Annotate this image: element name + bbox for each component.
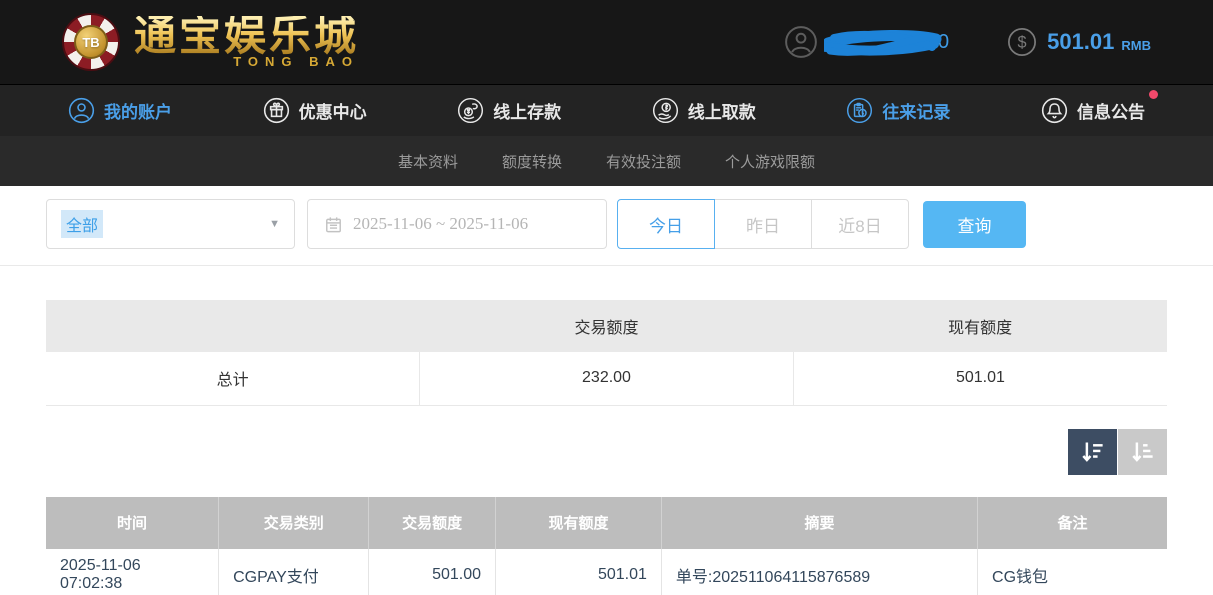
- withdraw-icon: [652, 97, 679, 124]
- sort-descending-icon: [1079, 438, 1106, 465]
- brand-logo[interactable]: TB 通宝娱乐城 TONG BAO: [62, 13, 359, 71]
- sort-descending-button[interactable]: [1068, 429, 1117, 475]
- record-remarks: CG钱包: [978, 549, 1167, 595]
- transaction-type-select[interactable]: 全部 ▼: [46, 199, 295, 249]
- summary-header-current-balance: 现有额度: [793, 300, 1167, 352]
- avatar-icon: [784, 25, 818, 59]
- sort-ascending-button[interactable]: [1118, 429, 1167, 475]
- dollar-coin-icon: $: [1007, 27, 1037, 57]
- date-shortcut-group: 今日 昨日 近8日: [617, 199, 909, 249]
- yesterday-button[interactable]: 昨日: [714, 199, 812, 249]
- col-transaction-type: 交易类别: [219, 497, 369, 549]
- record-balance: 501.01: [496, 549, 662, 595]
- sub-nav: 基本资料 额度转换 有效投注额 个人游戏限额: [0, 136, 1213, 186]
- filter-row: 全部 ▼ 2025-11-06 ~ 2025-11-06 今日 昨日 近8日 查…: [46, 199, 1167, 249]
- brand-subtitle: TONG BAO: [233, 54, 359, 69]
- nav-label: 信息公告: [1077, 98, 1145, 123]
- main-content: 全部 ▼ 2025-11-06 ~ 2025-11-06 今日 昨日 近8日 查…: [0, 186, 1213, 595]
- nav-label: 往来记录: [882, 98, 950, 123]
- records-icon: [846, 97, 873, 124]
- top-bar: TB 通宝娱乐城 TONG BAO: [0, 0, 1213, 84]
- user-account-chunk[interactable]: 0: [784, 25, 949, 59]
- nav-label: 线上存款: [493, 98, 561, 123]
- records-header-row: 时间 交易类别 交易额度 现有额度 摘要 备注: [46, 497, 1167, 549]
- nav-label: 优惠中心: [299, 98, 367, 123]
- subnav-item-personal-game-limits[interactable]: 个人游戏限额: [725, 151, 815, 172]
- nav-item-my-account[interactable]: 我的账户: [68, 97, 172, 124]
- record-amount: 501.00: [369, 549, 496, 595]
- nav-label: 我的账户: [104, 98, 172, 123]
- summary-table: 交易额度 现有额度 总计 232.00 501.01: [46, 300, 1167, 406]
- subnav-item-basic-info[interactable]: 基本资料: [398, 151, 458, 172]
- subnav-item-credit-transfer[interactable]: 额度转换: [502, 151, 562, 172]
- records-table: 时间 交易类别 交易额度 现有额度 摘要 备注 2025-11-06 07:02…: [46, 497, 1167, 595]
- summary-total-transaction: 232.00: [420, 352, 794, 405]
- svg-text:$: $: [1018, 34, 1027, 52]
- nav-item-promotions[interactable]: 优惠中心: [263, 97, 367, 124]
- record-type: CGPAY支付: [219, 549, 369, 595]
- balance-chunk[interactable]: $ 501.01 RMB: [1007, 27, 1151, 57]
- summary-header-row: 交易额度 现有额度: [46, 300, 1167, 352]
- brand-title: 通宝娱乐城: [134, 16, 359, 58]
- summary-total-row: 总计 232.00 501.01: [46, 352, 1167, 405]
- redacted-username-scribble: [824, 27, 942, 57]
- summary-header-transaction-amount: 交易额度: [420, 300, 794, 352]
- nav-label: 线上取款: [688, 98, 756, 123]
- subnav-item-valid-bets[interactable]: 有效投注额: [606, 151, 681, 172]
- nav-item-online-deposit[interactable]: 线上存款: [457, 97, 561, 124]
- col-time: 时间: [46, 497, 219, 549]
- deposit-icon: [457, 97, 484, 124]
- summary-header-empty: [46, 300, 420, 352]
- query-button[interactable]: 查询: [923, 201, 1026, 248]
- sort-controls: [46, 429, 1167, 475]
- col-current-balance: 现有额度: [496, 497, 662, 549]
- last-8-days-button[interactable]: 近8日: [811, 199, 909, 249]
- user-icon: [68, 97, 95, 124]
- poker-chip-logo-icon: TB: [62, 13, 120, 71]
- calendar-icon: [324, 215, 343, 234]
- gift-icon: [263, 97, 290, 124]
- col-transaction-amount: 交易额度: [369, 497, 496, 549]
- section-divider: [0, 265, 1213, 266]
- record-time: 2025-11-06 07:02:38: [46, 549, 219, 595]
- nav-item-announcements[interactable]: 信息公告: [1041, 97, 1145, 124]
- nav-item-transaction-records[interactable]: 往来记录: [846, 97, 950, 124]
- summary-total-balance: 501.01: [793, 352, 1167, 405]
- record-row: 2025-11-06 07:02:38 CGPAY支付 501.00 501.0…: [46, 549, 1167, 595]
- date-range-input[interactable]: 2025-11-06 ~ 2025-11-06: [307, 199, 607, 249]
- today-button[interactable]: 今日: [617, 199, 715, 249]
- col-summary: 摘要: [661, 497, 977, 549]
- bell-icon: [1041, 97, 1068, 124]
- chevron-down-icon: ▼: [269, 218, 280, 230]
- selected-type: 全部: [61, 210, 103, 238]
- nav-item-online-withdrawal[interactable]: 线上取款: [652, 97, 756, 124]
- main-nav: 我的账户 优惠中心 线上存款: [0, 84, 1213, 136]
- date-range-value: 2025-11-06 ~ 2025-11-06: [353, 214, 528, 234]
- summary-total-label: 总计: [46, 352, 420, 405]
- balance-currency: RMB: [1121, 32, 1151, 53]
- notification-dot: [1149, 90, 1158, 99]
- balance-amount: 501.01: [1047, 29, 1114, 55]
- record-summary: 单号:202511064115876589: [661, 549, 977, 595]
- sort-ascending-icon: [1129, 438, 1156, 465]
- col-remarks: 备注: [978, 497, 1167, 549]
- chip-monogram: TB: [74, 25, 108, 59]
